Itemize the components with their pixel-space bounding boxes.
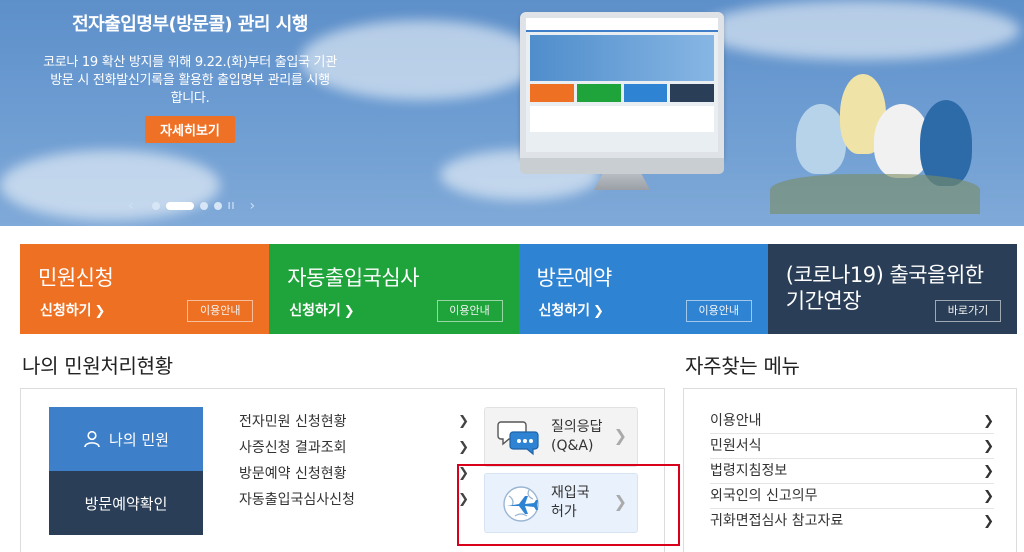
chevron-right-icon: ❯ <box>983 489 994 504</box>
monitor-illustration <box>520 12 724 196</box>
status-section-title: 나의 민원처리현황 <box>22 354 173 378</box>
list-item[interactable]: 자동출입국심사신청 ❯ <box>239 487 469 513</box>
card-title-line: (코로나19) 출국을위한 <box>785 263 984 287</box>
chevron-right-icon: ❯ <box>983 464 994 479</box>
guide-button[interactable]: 이용안내 <box>187 300 254 322</box>
chevron-right-icon: ❯ <box>94 304 106 319</box>
quick-service-cards: 민원신청 신청하기 ❯ 이용안내 자동출입국심사 신청하기 ❯ 이용안내 방문예약 … <box>20 244 1017 334</box>
frequent-menu-list: 이용안내 ❯ 민원서식 ❯ 법령지침정보 ❯ 외국인의 신고의무 ❯ 귀화면접심사 참고… <box>710 409 994 534</box>
highlight-box <box>457 464 680 546</box>
menu-item[interactable]: 민원서식 ❯ <box>710 434 994 459</box>
apply-link[interactable]: 신청하기 ❯ <box>539 300 604 320</box>
slide-dot[interactable] <box>213 202 222 210</box>
chevron-right-icon: ❯ <box>458 414 469 429</box>
guide-button[interactable]: 이용안내 <box>685 300 752 322</box>
slide-dot[interactable] <box>151 202 160 210</box>
next-arrow-icon[interactable]: › <box>250 198 256 214</box>
card-title: 민원신청 <box>38 266 114 290</box>
user-icon <box>84 430 100 448</box>
hero-desc-line: 방문 시 전화발신기록을 활용한 출입명부 관리를 시행 <box>50 73 330 88</box>
hero-desc-line: 코로나 19 확산 방지를 위해 9.22.(화)부터 출입국 기관 <box>43 55 337 70</box>
list-item[interactable]: 전자민원 신청현황 ❯ <box>239 409 469 435</box>
qa-button[interactable]: 질의응답 (Q&A) ❯ <box>484 407 638 467</box>
card-title: 방문예약 <box>536 266 613 290</box>
menu-item[interactable]: 이용안내 ❯ <box>710 409 994 434</box>
chevron-right-icon: ❯ <box>458 440 469 455</box>
chevron-right-icon: ❯ <box>613 426 627 445</box>
monitor-screen <box>520 12 724 158</box>
hero-desc-line: 합니다. <box>170 91 210 106</box>
frequent-menu-panel: 이용안내 ❯ 민원서식 ❯ 법령지침정보 ❯ 외국인의 신고의무 ❯ 귀화면접심사 참고… <box>683 388 1017 552</box>
list-item[interactable]: 사증신청 결과조회 ❯ <box>239 435 469 461</box>
apply-link[interactable]: 신청하기 ❯ <box>289 300 354 320</box>
slide-dot-active[interactable] <box>165 202 194 210</box>
hero-description: 코로나 19 확산 방지를 위해 9.22.(화)부터 출입국 기관 방문 시 … <box>20 54 360 108</box>
hero-banner: 전자출입명부(방문콜) 관리 시행 코로나 19 확산 방지를 위해 9.22.… <box>0 0 1024 226</box>
card-civil-application[interactable]: 민원신청 신청하기 ❯ 이용안내 <box>20 244 270 334</box>
slide-dot[interactable] <box>199 202 208 210</box>
card-auto-immigration[interactable]: 자동출입국심사 신청하기 ❯ 이용안내 <box>269 244 519 334</box>
goto-button[interactable]: 바로가기 <box>935 300 1001 322</box>
guide-button[interactable]: 이용안내 <box>436 300 503 322</box>
card-covid-extension[interactable]: (코로나19) 출국을위한 기간연장 바로가기 <box>767 244 1017 334</box>
visit-confirm-button[interactable]: 방문예약확인 <box>49 471 203 535</box>
my-civil-label: 나의 민원 <box>109 430 169 449</box>
cloud-decoration <box>700 0 1020 60</box>
status-list: 전자민원 신청현황 ❯ 사증신청 결과조회 ❯ 방문예약 신청현황 ❯ 자동출입국심사… <box>239 409 469 513</box>
menu-item[interactable]: 귀화면접심사 참고자료 ❯ <box>710 509 994 534</box>
hero-title: 전자출입명부(방문콜) 관리 시행 <box>72 14 308 35</box>
people-illustration <box>770 64 980 214</box>
card-visit-reservation[interactable]: 방문예약 신청하기 ❯ 이용안내 <box>518 244 768 334</box>
prev-arrow-icon[interactable]: ‹ <box>128 198 134 214</box>
qa-label: 질의응답 (Q&A) <box>551 419 603 454</box>
chevron-right-icon: ❯ <box>593 304 604 319</box>
chevron-right-icon: ❯ <box>983 414 994 429</box>
menu-item[interactable]: 외국인의 신고의무 ❯ <box>710 484 994 509</box>
my-civil-button[interactable]: 나의 민원 <box>49 407 203 471</box>
frequent-menu-title: 자주찾는 메뉴 <box>685 354 800 378</box>
apply-link[interactable]: 신청하기 ❯ <box>40 300 105 320</box>
chevron-right-icon: ❯ <box>343 304 355 319</box>
detail-button[interactable]: 자세히보기 <box>145 116 235 143</box>
hero-text: 전자출입명부(방문콜) 관리 시행 코로나 19 확산 방지를 위해 9.22.… <box>20 8 360 143</box>
chevron-right-icon: ❯ <box>983 514 994 529</box>
card-title: 자동출입국심사 <box>287 266 419 290</box>
list-item[interactable]: 방문예약 신청현황 ❯ <box>239 461 469 487</box>
chevron-right-icon: ❯ <box>983 439 994 454</box>
chat-bubbles-icon <box>497 421 539 456</box>
menu-item[interactable]: 법령지침정보 ❯ <box>710 459 994 484</box>
slider-controls: ‹ II › <box>128 198 255 214</box>
pause-icon[interactable]: II <box>228 201 236 212</box>
